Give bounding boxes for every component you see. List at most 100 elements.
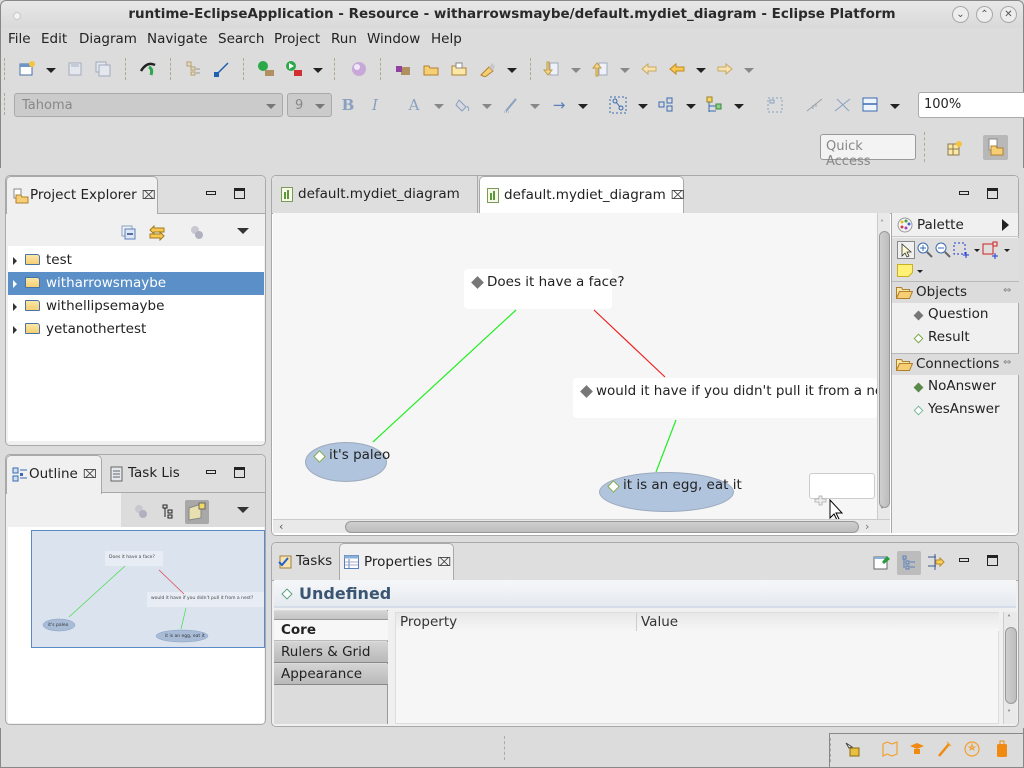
scroll-up-icon[interactable]: ˄ [880, 219, 884, 228]
connection-tool-icon[interactable] [212, 60, 230, 78]
search-dropdown-icon[interactable] [507, 68, 517, 73]
remove-bendpoints-icon[interactable] [834, 96, 852, 114]
minimize-window-button[interactable]: ⌄ [952, 6, 969, 23]
menu-file[interactable]: File [8, 31, 31, 47]
collapse-palette-icon[interactable] [1002, 219, 1009, 231]
filters-icon[interactable] [188, 224, 206, 242]
close-tab-icon[interactable]: ⌧ [671, 188, 685, 202]
collapse-all-icon[interactable] [120, 224, 138, 242]
properties-vertical-scrollbar[interactable]: ˄ ˅ [1003, 612, 1017, 724]
debug-icon[interactable] [257, 60, 275, 78]
result-node-paleo[interactable]: it's paleo [305, 442, 390, 482]
menu-help[interactable]: Help [431, 31, 462, 47]
pin-view-icon[interactable] [873, 554, 891, 570]
menu-diagram[interactable]: Diagram [79, 31, 137, 47]
diagram-canvas[interactable]: Does it have a face? would it have if yo… [273, 213, 877, 519]
maximize-editor-button[interactable] [987, 188, 998, 199]
search-marker-icon[interactable] [478, 60, 496, 78]
connection-marquee-dropdown-icon[interactable] [1004, 249, 1010, 252]
column-header-value[interactable]: Value [641, 614, 678, 630]
column-header-property[interactable]: Property [400, 614, 457, 630]
filters-icon[interactable] [132, 503, 150, 521]
minimize-editor-button[interactable] [959, 191, 969, 195]
menu-navigate[interactable]: Navigate [147, 31, 208, 47]
view-menu-icon[interactable] [237, 228, 249, 234]
previous-annotation-icon[interactable] [591, 60, 609, 78]
tree-item-yetanothertest[interactable]: yetanothertest [8, 318, 264, 341]
overview-map-icon[interactable] [882, 741, 898, 757]
scroll-down-icon[interactable]: ˅ [880, 506, 884, 515]
line-style-icon[interactable]: → [550, 96, 568, 114]
resource-perspective-button[interactable] [983, 135, 1008, 160]
maximize-panel-button[interactable] [987, 555, 998, 566]
section-rulers-grid[interactable]: Rulers & Grid [274, 642, 388, 663]
next-annotation-dropdown-icon[interactable] [571, 68, 581, 73]
maximize-panel-button[interactable] [234, 467, 245, 478]
quick-access-field[interactable]: Quick Access [820, 134, 916, 169]
bold-button[interactable]: B [339, 96, 357, 114]
show-categories-button[interactable] [897, 551, 921, 575]
align-dropdown-icon[interactable] [734, 104, 744, 109]
back-dropdown-icon[interactable] [696, 68, 706, 73]
line-color-dropdown-icon[interactable] [530, 104, 540, 109]
line-width-icon[interactable] [861, 96, 879, 114]
maximize-panel-button[interactable] [234, 188, 245, 199]
connection-marquee-icon[interactable] [982, 241, 1000, 259]
tab-tasks[interactable]: Tasks [274, 543, 340, 581]
new-plugin-icon[interactable] [394, 60, 412, 78]
tab-outline[interactable]: Outline ⌧ [6, 455, 102, 494]
tree-item-test[interactable]: test [8, 249, 264, 272]
palette-item-yesanswer[interactable]: YesAnswer [912, 401, 1000, 417]
palette-drawer-connections[interactable]: Connections ⇔ [892, 353, 1019, 375]
font-size-select[interactable]: 9 [287, 93, 332, 117]
hierarchy-icon[interactable] [184, 60, 202, 78]
auto-size-icon[interactable] [766, 96, 784, 114]
font-family-select[interactable]: Tahoma [14, 93, 283, 117]
expand-arrow-icon[interactable] [13, 257, 17, 265]
connection-yes-q2-r2[interactable] [655, 419, 677, 473]
select-dropdown-icon[interactable] [686, 104, 696, 109]
line-color-icon[interactable] [502, 96, 520, 114]
next-annotation-icon[interactable] [542, 60, 560, 78]
pin-drawer-icon[interactable]: ⇔ [1003, 285, 1011, 296]
marquee-tool-icon[interactable] [953, 242, 969, 258]
palette-item-result[interactable]: Result [912, 329, 970, 345]
zoom-out-tool-icon[interactable] [935, 242, 951, 258]
canvas-vertical-scrollbar[interactable]: ˄ ˅ [877, 213, 890, 519]
tab-editor-2[interactable]: default.mydiet_diagram ⌧ [479, 176, 685, 215]
whats-new-icon[interactable] [964, 741, 980, 757]
save-all-icon[interactable] [94, 60, 112, 78]
expand-arrow-icon[interactable] [13, 280, 17, 288]
samples-icon[interactable] [936, 741, 952, 757]
connection-no-q1-q2[interactable] [593, 309, 666, 378]
link-with-editor-icon[interactable] [148, 224, 166, 242]
open-type-icon[interactable] [450, 60, 468, 78]
show-advanced-icon[interactable] [927, 553, 945, 571]
menu-project[interactable]: Project [274, 31, 320, 47]
forward-dropdown-icon[interactable] [744, 68, 754, 73]
open-perspective-icon[interactable] [946, 139, 964, 157]
external-tools-icon[interactable] [350, 60, 368, 78]
pin-drawer-icon[interactable]: ⇔ [1003, 357, 1011, 368]
close-tab-icon[interactable]: ⌧ [83, 467, 97, 481]
tutorials-icon[interactable] [909, 741, 925, 757]
line-width-dropdown-icon[interactable] [890, 104, 900, 109]
font-color-button[interactable]: A [405, 96, 423, 114]
run-last-tool-icon[interactable] [139, 60, 157, 78]
menu-window[interactable]: Window [367, 31, 420, 47]
arrange-dropdown-icon[interactable] [638, 104, 648, 109]
canvas-vertical-thumb[interactable] [879, 231, 890, 508]
tab-editor-1[interactable]: default.mydiet_diagram [274, 176, 478, 214]
scroll-down-icon[interactable]: ˅ [1007, 709, 1011, 718]
palette-drawer-objects[interactable]: Objects ⇔ [892, 281, 1019, 303]
show-tree-icon[interactable] [160, 503, 178, 521]
tab-task-list[interactable]: Task Lis [106, 455, 188, 493]
canvas-horizontal-scrollbar[interactable]: ‹ › [273, 519, 890, 533]
run-dropdown-icon[interactable] [313, 68, 323, 73]
close-window-button[interactable]: ✕ [1000, 6, 1017, 23]
properties-vertical-thumb[interactable] [1005, 627, 1017, 704]
run-icon[interactable] [285, 60, 303, 78]
select-shapes-icon[interactable] [658, 96, 676, 114]
diagram-overview[interactable]: Does it have a face? would it have if yo… [31, 530, 265, 648]
section-appearance[interactable]: Appearance [274, 664, 388, 685]
